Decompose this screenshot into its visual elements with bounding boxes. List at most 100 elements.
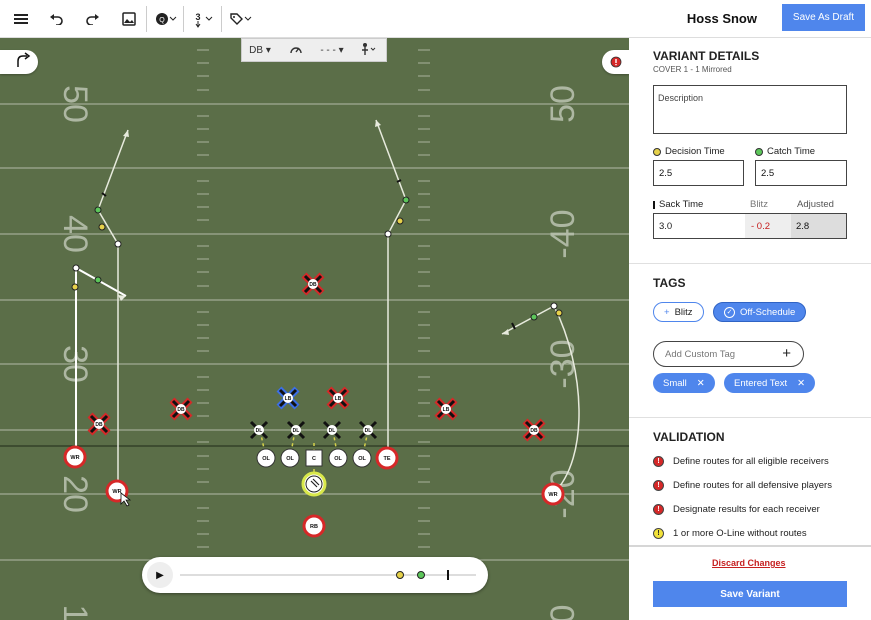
svg-text:LB: LB: [285, 396, 292, 402]
motion-select-icon[interactable]: [350, 42, 386, 59]
center-c[interactable]: C: [305, 449, 323, 467]
svg-text:LB: LB: [335, 396, 342, 402]
adjusted-label: Adjusted: [797, 199, 834, 210]
quarterback[interactable]: [301, 471, 327, 497]
decision-dot-icon: [653, 147, 661, 156]
defender-lb[interactable]: LB: [434, 397, 458, 421]
svg-text:TE: TE: [383, 456, 390, 462]
svg-text:WR: WR: [112, 489, 121, 495]
catch-time-label: Catch Time: [755, 146, 815, 157]
tag-blitz[interactable]: + Blitz: [653, 302, 704, 322]
svg-text:DB: DB: [530, 428, 538, 434]
gauge-icon[interactable]: [278, 43, 314, 58]
yard-number-right: 0: [544, 605, 582, 620]
formation-icon[interactable]: Q: [154, 8, 180, 30]
catch-marker[interactable]: [417, 571, 425, 579]
route-tool-button[interactable]: [0, 50, 38, 74]
alert-icon: [610, 56, 622, 68]
error-icon: !: [653, 456, 664, 467]
svg-text:Q: Q: [159, 17, 165, 24]
svg-text:DB: DB: [95, 422, 103, 428]
receiver-wr[interactable]: WR: [541, 482, 565, 506]
defender-db[interactable]: DB: [169, 397, 193, 421]
svg-text:WR: WR: [548, 492, 557, 498]
svg-text:C: C: [312, 456, 316, 462]
sack-time-input[interactable]: 3.0: [654, 214, 745, 238]
variant-details-title: VARIANT DETAILS: [653, 49, 760, 63]
validation-title: VALIDATION: [653, 430, 725, 444]
lineman-ol[interactable]: OL: [280, 448, 300, 468]
warning-icon: !: [653, 528, 664, 539]
player-type-select[interactable]: DB ▾: [242, 45, 278, 56]
applied-tag-entered-text[interactable]: Entered Text ✕: [724, 373, 816, 393]
svg-text:DB: DB: [177, 407, 185, 413]
save-as-draft-button[interactable]: Save As Draft: [782, 4, 865, 31]
play-field[interactable]: 50 40 30 20 1 50 -40 -30 -20 0: [0, 38, 629, 620]
error-icon: !: [653, 480, 664, 491]
tight-end-te[interactable]: TE: [375, 446, 399, 470]
yard-number-right: 50: [544, 85, 582, 123]
tag-icon[interactable]: [228, 8, 254, 30]
validation-item: ! 1 or more O-Line without routes: [653, 528, 807, 539]
tags-title: TAGS: [653, 276, 686, 290]
decision-time-input[interactable]: 2.5: [653, 160, 744, 186]
add-tag-icon[interactable]: +: [782, 345, 791, 362]
discard-changes-link[interactable]: Discard Changes: [712, 558, 786, 568]
running-back-rb[interactable]: RB: [302, 514, 326, 538]
svg-text:DL: DL: [329, 428, 336, 434]
yard-number-left: 1: [56, 605, 94, 620]
curved-arrow-icon: [17, 52, 31, 67]
yard-number-left: 50: [56, 85, 94, 123]
line-style-select[interactable]: - - - ▾: [314, 45, 350, 56]
defender-db[interactable]: DB: [301, 272, 325, 296]
svg-text:DL: DL: [293, 428, 300, 434]
svg-text:OL: OL: [358, 456, 366, 462]
svg-text:OL: OL: [334, 456, 342, 462]
lineman-ol[interactable]: OL: [256, 448, 276, 468]
redo-icon[interactable]: [81, 8, 105, 30]
svg-text:DL: DL: [256, 428, 263, 434]
validation-item: ! Designate results for each receiver: [653, 504, 820, 515]
lineman-ol[interactable]: OL: [328, 448, 348, 468]
description-field[interactable]: Description: [653, 85, 847, 134]
svg-text:OL: OL: [286, 456, 294, 462]
catch-dot-icon: [755, 147, 763, 156]
top-toolbar: Q 3 Hoss Snow Save As Draft: [0, 0, 871, 38]
defender-lb[interactable]: LB: [326, 386, 350, 410]
svg-text:DB: DB: [309, 282, 317, 288]
check-icon: ✓: [724, 306, 735, 318]
svg-text:RB: RB: [310, 524, 318, 530]
remove-tag-icon[interactable]: ✕: [797, 378, 805, 389]
applied-tag-small[interactable]: Small ✕: [653, 373, 715, 393]
svg-text:DL: DL: [365, 428, 372, 434]
sack-time-row: 3.0 - 0.2 2.8: [653, 213, 847, 239]
receiver-wr[interactable]: WR: [63, 445, 87, 469]
sack-time-label: Sack Time: [653, 199, 703, 210]
variant-subtitle: COVER 1 - 1 Mirrored: [653, 65, 732, 74]
remove-tag-icon[interactable]: ✕: [697, 378, 705, 389]
validation-item: ! Define routes for all defensive players: [653, 480, 832, 491]
menu-icon[interactable]: [9, 8, 33, 30]
field-canvas[interactable]: 50 40 30 20 1 50 -40 -30 -20 0: [0, 38, 629, 620]
lineman-ol[interactable]: OL: [352, 448, 372, 468]
blitz-value: - 0.2: [745, 214, 791, 238]
svg-text:3: 3: [195, 12, 200, 22]
tag-off-schedule[interactable]: ✓ Off-Schedule: [713, 302, 807, 322]
user-name: Hoss Snow: [686, 11, 757, 26]
validation-item: ! Define routes for all eligible receiver…: [653, 456, 829, 467]
svg-text:WR: WR: [70, 455, 79, 461]
undo-icon[interactable]: [44, 8, 68, 30]
field-toolbar: DB ▾ - - - ▾: [241, 38, 387, 62]
catch-time-input[interactable]: 2.5: [755, 160, 847, 186]
defender-lb-selected[interactable]: LB: [276, 386, 300, 410]
error-icon: !: [653, 504, 664, 515]
motion-icon[interactable]: 3: [192, 8, 216, 30]
alert-toggle-button[interactable]: [602, 50, 629, 74]
adjusted-value: 2.8: [791, 214, 846, 238]
save-variant-button[interactable]: Save Variant: [653, 581, 847, 607]
yard-number-left: 20: [56, 475, 94, 513]
playback-bar: ▶: [142, 557, 488, 593]
custom-tag-input[interactable]: Add Custom Tag +: [653, 341, 804, 367]
decision-marker[interactable]: [396, 571, 404, 579]
image-icon[interactable]: [117, 8, 141, 30]
